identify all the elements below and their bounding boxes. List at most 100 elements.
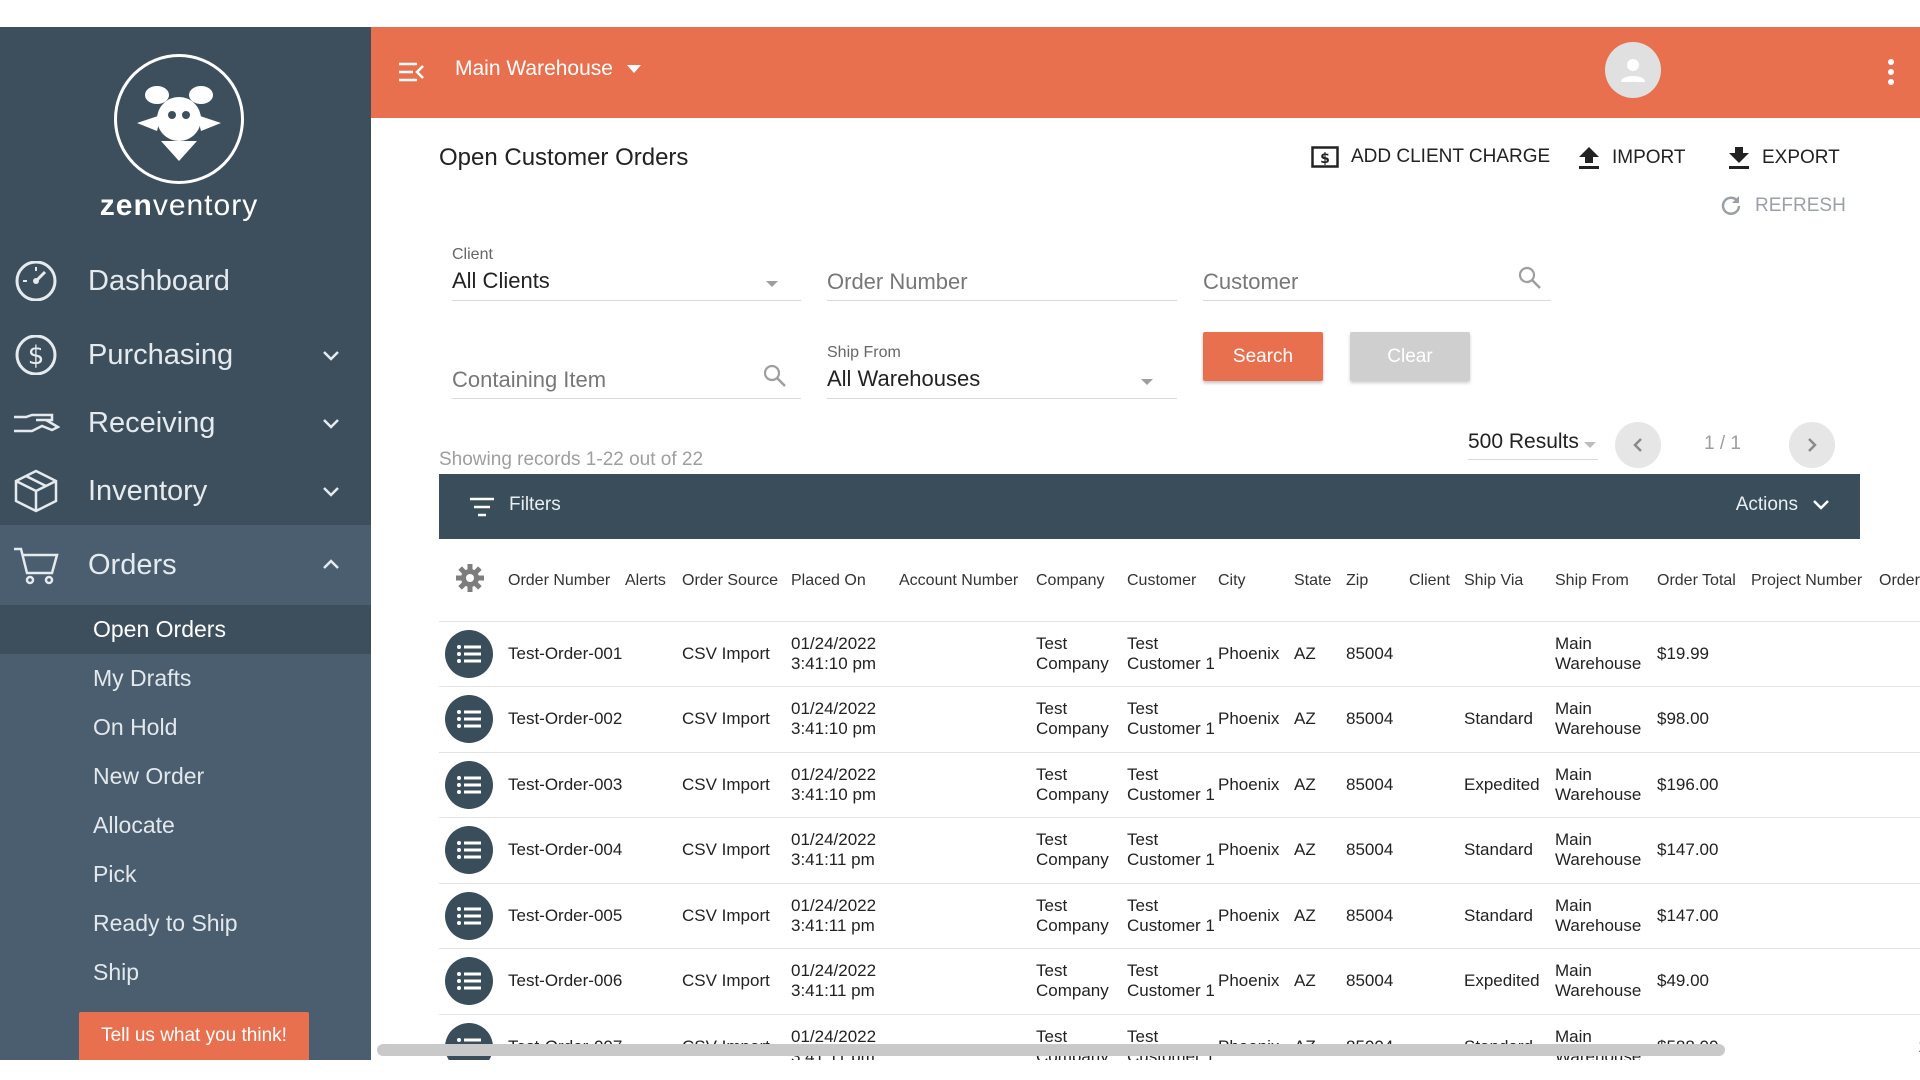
sidebar-item-label: Dashboard: [88, 265, 230, 297]
warehouse-selector[interactable]: Main Warehouse: [455, 57, 641, 81]
sidebar-subitem-open-orders[interactable]: Open Orders: [0, 605, 371, 654]
order-number-placeholder: Order Number: [827, 269, 968, 294]
column-header[interactable]: City: [1218, 541, 1294, 621]
sidebar-subitem-allocate[interactable]: Allocate: [0, 801, 371, 850]
column-header[interactable]: State: [1294, 541, 1346, 621]
row-menu-cell: [439, 882, 508, 949]
search-button[interactable]: Search: [1203, 332, 1323, 381]
column-header[interactable]: Ship From: [1555, 541, 1657, 621]
sidebar-subitem-ready-to-ship[interactable]: Ready to Ship: [0, 899, 371, 948]
user-avatar[interactable]: [1605, 42, 1661, 98]
column-header[interactable]: Order Total: [1657, 541, 1751, 621]
cell-customer: Test Customer 1: [1127, 751, 1218, 818]
sidebar-item-purchasing[interactable]: $ Purchasing: [0, 321, 371, 389]
add-client-charge-button[interactable]: $ ADD CLIENT CHARGE: [1311, 146, 1550, 168]
results-per-page-select[interactable]: 500 Results: [1468, 430, 1598, 460]
cell-project: [1751, 1013, 1879, 1060]
cell-total: $196.00: [1657, 751, 1751, 818]
cell-order-number: Test-Order-002: [508, 686, 625, 752]
menu-collapse-icon[interactable]: [397, 58, 425, 86]
column-header[interactable]: Placed On: [791, 541, 899, 621]
records-summary: Showing records 1-22 out of 22: [439, 449, 704, 470]
row-menu-cell: [439, 751, 508, 818]
gear-icon[interactable]: [455, 563, 485, 593]
cell-client: [1409, 686, 1464, 752]
row-menu-button[interactable]: [445, 826, 493, 875]
cell-placed-on: 01/24/2022 3:41:10 pm: [791, 751, 899, 818]
table-row[interactable]: Test-Order-003 CSV Import 01/24/2022 3:41:…: [439, 751, 1920, 818]
cell-ordered: 12: [1879, 1013, 1920, 1060]
warehouse-label: Main Warehouse: [455, 57, 613, 80]
column-header[interactable]: Order Source: [682, 541, 791, 621]
sidebar-subitem-my-drafts[interactable]: My Drafts: [0, 654, 371, 703]
row-menu-button[interactable]: [445, 957, 493, 1006]
column-header[interactable]: Client: [1409, 541, 1464, 621]
sidebar-subitem-new-order[interactable]: New Order: [0, 752, 371, 801]
cell-ship-from: Main Warehouse: [1555, 620, 1657, 687]
sidebar-item-label: Orders: [88, 548, 177, 581]
import-button[interactable]: IMPORT: [1578, 146, 1686, 170]
sidebar-item-dashboard[interactable]: Dashboard: [0, 242, 371, 321]
containing-item-input[interactable]: Containing Item: [452, 344, 801, 399]
client-value: All Clients: [452, 268, 550, 293]
cell-order-number: Test-Order-001: [508, 620, 625, 687]
cell-order-number: Test-Order-004: [508, 817, 625, 883]
filter-icon[interactable]: [469, 496, 495, 518]
ship-from-value: All Warehouses: [827, 366, 981, 391]
table-row[interactable]: Test-Order-006 CSV Import 01/24/2022 3:41:…: [439, 948, 1920, 1014]
column-header[interactable]: Company: [1036, 541, 1127, 621]
customer-input[interactable]: Customer: [1203, 246, 1551, 301]
orders-submenu: Open Orders My Drafts On Hold New Order …: [0, 605, 371, 997]
column-header[interactable]: Order Number: [508, 541, 625, 621]
actions-menu-button[interactable]: Actions: [1736, 494, 1830, 516]
filters-toggle[interactable]: Filters: [509, 494, 561, 516]
order-number-input[interactable]: Order Number: [827, 246, 1177, 301]
cell-order-number: Test-Order-003: [508, 751, 625, 818]
column-header[interactable]: Ship Via: [1464, 541, 1555, 621]
next-page-button[interactable]: [1789, 422, 1835, 468]
feedback-button[interactable]: Tell us what you think!: [79, 1012, 309, 1060]
table-row[interactable]: Test-Order-002 CSV Import 01/24/2022 3:41:…: [439, 686, 1920, 752]
more-vert-icon[interactable]: [1881, 57, 1901, 87]
brand: zenventory: [0, 27, 371, 242]
caret-down-icon: [1584, 442, 1596, 448]
sidebar-item-inventory[interactable]: Inventory: [0, 457, 371, 525]
table-row[interactable]: Test-Order-001 CSV Import 01/24/2022 3:41:…: [439, 620, 1920, 687]
column-settings-header[interactable]: [439, 541, 508, 621]
page-title: Open Customer Orders: [439, 144, 689, 171]
row-menu-button[interactable]: [445, 695, 493, 744]
previous-page-button[interactable]: [1615, 422, 1661, 468]
table-row[interactable]: Test-Order-004 CSV Import 01/24/2022 3:41:…: [439, 817, 1920, 883]
cell-account: [899, 948, 1036, 1014]
horizontal-scrollbar[interactable]: [377, 1044, 1725, 1056]
sidebar-item-receiving[interactable]: Receiving: [0, 389, 371, 457]
ship-from-select[interactable]: Ship From All Warehouses: [827, 344, 1177, 399]
sidebar-subitem-on-hold[interactable]: On Hold: [0, 703, 371, 752]
export-button[interactable]: EXPORT: [1728, 146, 1840, 170]
cell-source: CSV Import: [682, 817, 791, 883]
column-header[interactable]: Account Number: [899, 541, 1036, 621]
cell-state: AZ: [1294, 882, 1346, 949]
sidebar-subitem-pick[interactable]: Pick: [0, 850, 371, 899]
clear-button[interactable]: Clear: [1350, 332, 1470, 381]
sidebar-item-orders[interactable]: Orders: [0, 525, 371, 605]
caret-down-icon: [1141, 379, 1153, 385]
row-menu-button[interactable]: [445, 760, 493, 809]
export-label: EXPORT: [1762, 147, 1840, 168]
row-menu-button[interactable]: [445, 629, 493, 678]
row-menu-button[interactable]: [445, 891, 493, 940]
cell-state: AZ: [1294, 817, 1346, 883]
column-header[interactable]: Alerts: [625, 541, 682, 621]
add-client-charge-label: ADD CLIENT CHARGE: [1351, 146, 1551, 167]
sidebar-subitem-ship[interactable]: Ship: [0, 948, 371, 997]
column-header[interactable]: Project Number: [1751, 541, 1879, 621]
cell-client: [1409, 751, 1464, 818]
cell-client: [1409, 882, 1464, 949]
column-header[interactable]: Zip: [1346, 541, 1409, 621]
table-row[interactable]: Test-Order-005 CSV Import 01/24/2022 3:41:…: [439, 882, 1920, 949]
column-header[interactable]: Customer: [1127, 541, 1218, 621]
refresh-button[interactable]: REFRESH: [1719, 194, 1846, 218]
column-header[interactable]: Ordere: [1879, 541, 1920, 621]
client-select[interactable]: Client All Clients: [452, 246, 801, 301]
cell-total: $19.99: [1657, 620, 1751, 687]
